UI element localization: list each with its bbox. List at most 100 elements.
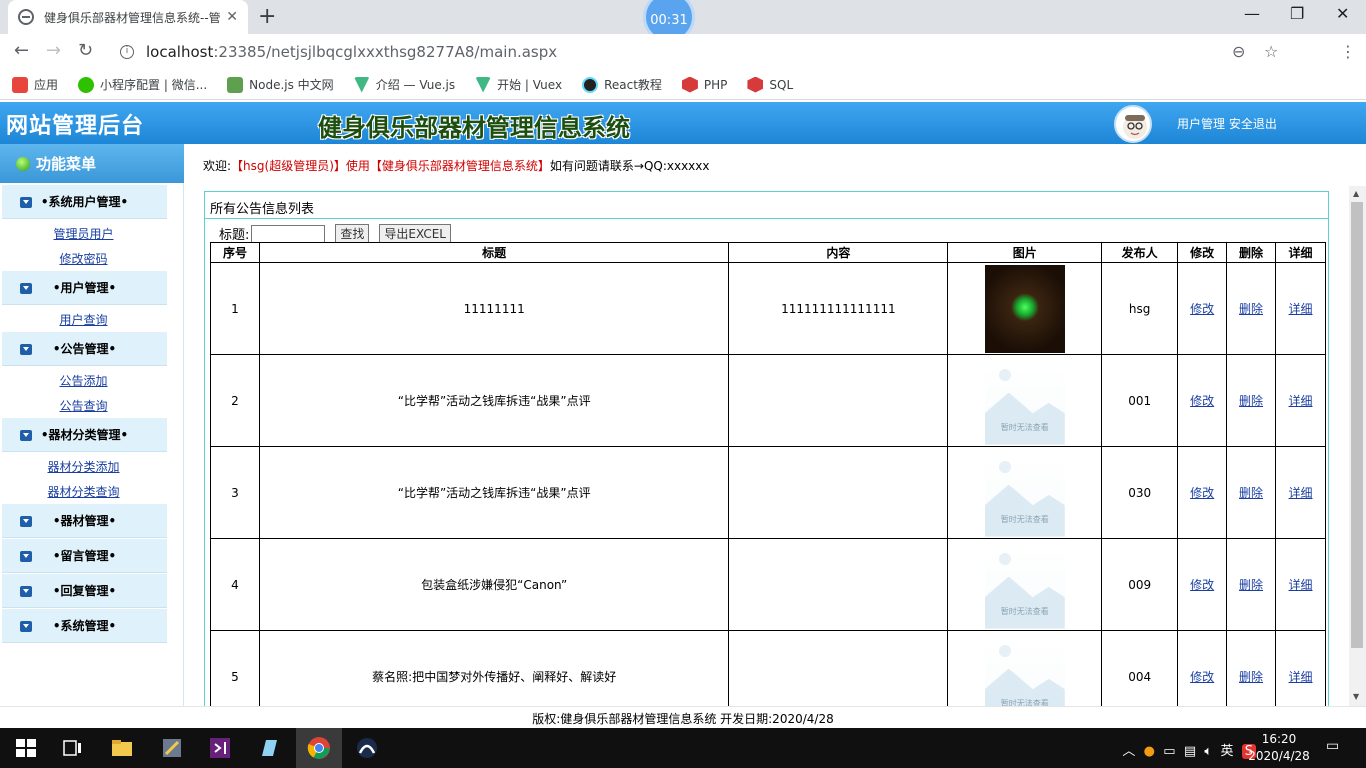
detail-link[interactable]: 详细 — [1289, 394, 1313, 408]
taskbar-clock[interactable]: 16:20 2020/4/28 — [1244, 731, 1314, 765]
scroll-up-icon[interactable]: ▲ — [1353, 189, 1359, 198]
placeholder-mountain-icon — [984, 392, 1065, 445]
php-icon — [681, 76, 698, 93]
placeholder-caption: 暂时无法查看 — [1000, 698, 1049, 707]
welcome-user: 【hsg(超级管理员)】使用【健身俱乐部器材管理信息系统】 — [231, 159, 550, 173]
detail-link[interactable]: 详细 — [1289, 486, 1313, 500]
detail-link[interactable]: 详细 — [1289, 302, 1313, 316]
edit-link[interactable]: 修改 — [1190, 302, 1214, 316]
volume-icon[interactable]: 🔈︎ — [1204, 744, 1212, 759]
menu-link-category-add[interactable]: 器材分类添加 — [0, 458, 167, 475]
bookmark-react[interactable]: React教程 — [582, 76, 662, 93]
bookmark-sql[interactable]: SQL — [747, 76, 793, 93]
new-tab-button[interactable]: + — [258, 4, 276, 29]
tray-app-icon[interactable]: ● — [1144, 744, 1155, 759]
task-view-icon[interactable] — [60, 736, 84, 760]
back-icon[interactable]: ← — [14, 40, 29, 61]
bookmark-wechat[interactable]: 小程序配置 | 微信... — [78, 76, 207, 93]
column-header: 标题 — [258, 242, 730, 263]
delete-link[interactable]: 删除 — [1239, 486, 1263, 500]
edit-link[interactable]: 修改 — [1190, 486, 1214, 500]
reload-icon[interactable]: ↻ — [78, 40, 93, 61]
cell-edit: 修改 — [1177, 538, 1228, 631]
bookmark-vue[interactable]: 介绍 — Vue.js — [353, 76, 455, 93]
delete-link[interactable]: 删除 — [1239, 302, 1263, 316]
edit-link[interactable]: 修改 — [1190, 578, 1214, 592]
header-links: 用户管理 安全退出 — [1177, 115, 1277, 132]
logout-link[interactable]: 安全退出 — [1229, 117, 1277, 131]
chevron-up-icon[interactable]: ︿ — [1122, 744, 1135, 759]
zoom-icon[interactable]: ⊖ — [1232, 42, 1245, 61]
address-bar[interactable]: i localhost:23385/netjsjlbqcglxxxthsg827… — [108, 38, 1258, 66]
menu-link-change-password[interactable]: 修改密码 — [0, 250, 167, 267]
more-menu-icon[interactable]: ⋮ — [1340, 42, 1356, 61]
clock-time: 16:20 — [1261, 732, 1297, 746]
menu-group-users[interactable]: •用户管理• — [2, 271, 167, 305]
menu-link-user-query[interactable]: 用户查询 — [0, 311, 167, 328]
windows-start-icon[interactable] — [14, 736, 38, 760]
delete-link[interactable]: 删除 — [1239, 578, 1263, 592]
delete-link[interactable]: 删除 — [1239, 394, 1263, 408]
scrollbar-thumb[interactable] — [1351, 202, 1363, 648]
battery-icon[interactable]: ▭ — [1163, 744, 1175, 759]
chrome-taskbar-active[interactable] — [296, 728, 342, 768]
app-arc-icon[interactable] — [355, 736, 379, 760]
menu-link-category-query[interactable]: 器材分类查询 — [0, 483, 167, 500]
tools-icon[interactable] — [160, 736, 184, 760]
menu-title: 功能菜单 — [0, 144, 184, 183]
search-button[interactable]: 查找 — [335, 224, 370, 243]
menu-group-system-users[interactable]: •系统用户管理• — [2, 185, 167, 219]
notification-icon[interactable]: ▭ — [1326, 738, 1339, 754]
menu-group-equipment-categories[interactable]: •器材分类管理• — [2, 418, 167, 452]
ime-indicator[interactable]: 英 — [1220, 744, 1233, 759]
minimize-icon[interactable]: — — [1244, 4, 1260, 23]
title-search-input[interactable] — [251, 224, 326, 243]
detail-link[interactable]: 详细 — [1289, 670, 1313, 684]
image-placeholder[interactable]: 暂时无法查看 — [984, 546, 1065, 629]
user-manage-link[interactable]: 用户管理 — [1177, 117, 1225, 131]
bookmark-nodejs[interactable]: Node.js 中文网 — [227, 76, 334, 93]
notice-image[interactable] — [984, 264, 1065, 353]
edit-link[interactable]: 修改 — [1190, 670, 1214, 684]
image-placeholder[interactable]: 暂时无法查看 — [984, 362, 1065, 445]
menu-group-messages[interactable]: •留言管理• — [2, 539, 167, 573]
restore-icon[interactable]: ❐ — [1290, 4, 1304, 23]
detail-link[interactable]: 详细 — [1289, 578, 1313, 592]
bookmark-apps[interactable]: 应用 — [12, 76, 58, 93]
export-excel-button[interactable]: 导出EXCEL — [379, 224, 451, 243]
page-scrollbar[interactable]: ▲ ▼ — [1349, 186, 1366, 706]
bookmark-php[interactable]: PHP — [681, 76, 727, 93]
menu-group-equipment[interactable]: •器材管理• — [2, 504, 167, 538]
menu-group-system[interactable]: •系统管理• — [2, 609, 167, 643]
menu-group-notices[interactable]: •公告管理• — [2, 332, 167, 366]
menu-link-notice-query[interactable]: 公告查询 — [0, 397, 167, 414]
forward-icon[interactable]: → — [46, 40, 61, 61]
close-window-icon[interactable]: ✕ — [1336, 4, 1349, 23]
delete-link[interactable]: 删除 — [1239, 670, 1263, 684]
url-host: localhost — [146, 43, 214, 61]
table-row: 4 包装盒纸涉嫌侵犯“Canon” 暂时无法查看 009 修改 删除 详细 — [210, 538, 1326, 631]
visual-studio-icon[interactable] — [208, 736, 232, 760]
notepad-icon[interactable] — [257, 736, 281, 760]
image-placeholder[interactable]: 暂时无法查看 — [984, 638, 1065, 707]
scroll-down-icon[interactable]: ▼ — [1353, 692, 1359, 701]
image-placeholder[interactable]: 暂时无法查看 — [984, 454, 1065, 537]
network-icon[interactable]: ▤ — [1184, 744, 1196, 759]
cell-content — [728, 354, 949, 447]
menu-group-replies[interactable]: •回复管理• — [2, 574, 167, 608]
gem-icon — [16, 156, 30, 171]
menu-link-admin-users[interactable]: 管理员用户 — [0, 225, 167, 242]
table-row: 1 11111111 111111111111111 hsg 修改 删除 详细 — [210, 262, 1326, 355]
star-icon[interactable]: ☆ — [1264, 42, 1278, 61]
avatar — [1114, 105, 1152, 143]
menu-link-notice-add[interactable]: 公告添加 — [0, 372, 167, 389]
cell-no: 2 — [210, 354, 260, 447]
bookmark-vuex[interactable]: 开始 | Vuex — [475, 76, 562, 93]
browser-tab[interactable]: 健身俱乐部器材管理信息系统--管 ✕ — [8, 0, 248, 34]
info-icon[interactable]: i — [120, 45, 134, 59]
file-explorer-icon[interactable] — [110, 736, 134, 760]
edit-link[interactable]: 修改 — [1190, 394, 1214, 408]
cell-detail: 详细 — [1275, 538, 1326, 631]
close-tab-icon[interactable]: ✕ — [226, 9, 238, 25]
cell-image: 暂时无法查看 — [947, 354, 1103, 447]
